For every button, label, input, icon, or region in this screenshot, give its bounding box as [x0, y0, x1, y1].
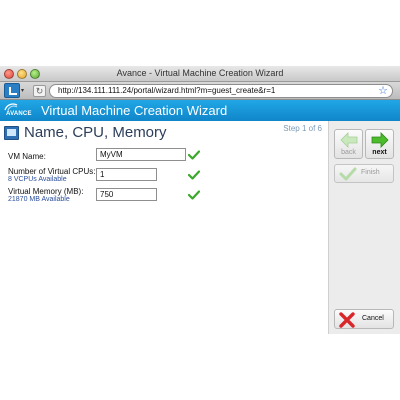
brand-name: AVANCE [6, 111, 32, 117]
vm-name-label: VM Name: [8, 152, 46, 161]
check-icon [188, 170, 200, 180]
app-menu-icon[interactable] [4, 83, 20, 98]
vm-monitor-icon [4, 126, 19, 140]
check-icon [339, 167, 357, 181]
app-header: AVANCE Virtual Machine Creation Wizard [0, 100, 400, 121]
next-button[interactable]: next [365, 129, 394, 159]
app-title: Virtual Machine Creation Wizard [41, 103, 228, 118]
window-title: Avance - Virtual Machine Creation Wizard [116, 68, 284, 78]
close-icon [339, 312, 355, 328]
back-label: back [341, 149, 356, 156]
step-indicator: Step 1 of 6 [283, 124, 322, 133]
refresh-button[interactable]: ↻ [33, 85, 46, 97]
url-text: http://134.111.111.24/portal/wizard.html… [58, 86, 276, 95]
memory-input[interactable] [96, 188, 157, 201]
brand-logo: AVANCE [4, 103, 36, 119]
browser-toolbar: ▾ ↻ http://134.111.111.24/portal/wizard.… [0, 82, 400, 100]
cancel-label: Cancel [362, 315, 384, 322]
arrow-left-icon [340, 132, 358, 148]
address-bar[interactable]: http://134.111.111.24/portal/wizard.html… [49, 84, 393, 98]
arrow-right-icon [371, 132, 389, 148]
vm-name-input[interactable] [96, 148, 186, 161]
cancel-button[interactable]: Cancel [334, 309, 394, 329]
vcpus-input[interactable] [96, 168, 157, 181]
chevron-down-icon[interactable]: ▾ [21, 87, 24, 94]
wizard-main: Name, CPU, Memory Step 1 of 6 VM Name: N… [0, 121, 328, 334]
check-icon [188, 190, 200, 200]
finish-label: Finish [361, 169, 380, 176]
vcpus-available: 8 VCPUs Available [8, 176, 67, 183]
browser-window: Avance - Virtual Machine Creation Wizard… [0, 66, 400, 334]
check-icon [188, 150, 200, 160]
memory-label: Virtual Memory (MB): [8, 187, 84, 196]
refresh-icon: ↻ [35, 86, 44, 96]
vcpus-label: Number of Virtual CPUs: [8, 167, 96, 176]
memory-available: 21870 MB Available [8, 196, 70, 203]
wizard-side-panel: back next Finish Cancel [328, 121, 400, 334]
window-titlebar: Avance - Virtual Machine Creation Wizard [0, 66, 400, 82]
finish-button[interactable]: Finish [334, 164, 394, 183]
bookmark-star-icon[interactable]: ☆ [378, 84, 388, 97]
brand-swirl-icon [4, 103, 18, 111]
page-title: Name, CPU, Memory [24, 124, 167, 141]
next-label: next [372, 149, 387, 156]
back-button[interactable]: back [334, 129, 363, 159]
